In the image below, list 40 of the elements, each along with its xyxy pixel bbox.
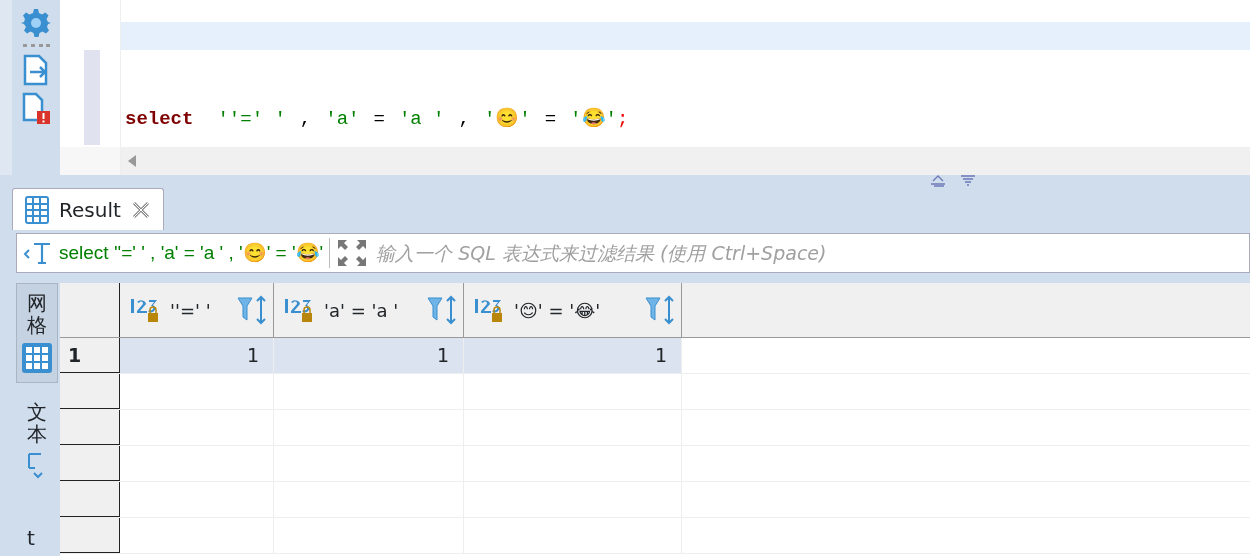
operator: = [544,106,557,132]
view-tab[interactable]: 文本 [16,393,58,489]
string-literal: '😂' [570,106,617,132]
separator-dots-icon [22,44,50,48]
table-cell: 1 [120,338,274,373]
sql-keyword: select [125,106,194,132]
document-error-icon[interactable] [21,92,51,124]
filter-bar[interactable]: select ''=' ' , 'a' = 'a ' , '😊' = '😂' 输入一个 SQL 表达式来过滤结果 (使用 Ctrl+Space) [16,233,1250,273]
semicolon: ; [616,106,629,132]
string-literal: '😊' [483,106,531,132]
maximize-restore-icon[interactable] [930,175,976,187]
filter-sort-icon[interactable] [427,295,457,325]
filter-sort-icon[interactable] [237,295,267,325]
column-header[interactable]: 'a' = 'a ' [274,283,464,337]
view-tab[interactable]: 网格 [16,283,58,383]
operator: = [373,106,385,132]
column-header[interactable]: ''=' ' [120,283,274,337]
view-tab[interactable]: t [16,519,58,556]
row-number[interactable]: 1 [60,338,120,373]
operator: , [458,106,470,132]
table-cell: 1 [464,338,682,373]
settings-icon[interactable] [21,8,51,38]
column-header[interactable]: '😊' = '😂' [464,283,682,337]
close-icon[interactable] [130,199,151,220]
filter-sort-icon[interactable] [645,295,675,325]
string-literal: 'a' [325,106,360,132]
grid-icon [21,342,53,374]
export-document-icon[interactable] [22,54,50,86]
horizontal-scrollbar[interactable] [121,147,1250,175]
sql-text-icon [23,241,53,265]
filter-query-text: select ''=' ' , 'a' = 'a ' , '😊' = '😂' [59,240,324,265]
operator: , [299,106,312,132]
string-literal: 'a ' [398,106,445,132]
table-icon [25,195,49,224]
filter-input[interactable]: 输入一个 SQL 表达式来过滤结果 (使用 Ctrl+Space) [374,237,1249,269]
result-tab[interactable]: Result [12,188,164,230]
expand-icon[interactable] [336,238,369,268]
table-cell: 1 [274,338,464,373]
scroll-left-icon[interactable] [127,155,137,167]
string-literal: ''=' ' [217,106,286,132]
